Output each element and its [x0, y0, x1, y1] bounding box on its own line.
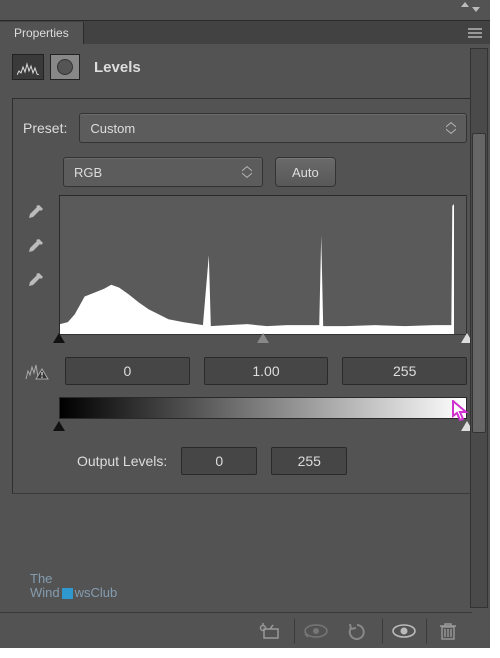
auto-button[interactable]: Auto: [275, 157, 336, 187]
reset-icon[interactable]: [338, 618, 376, 644]
panel-frame: Properties Levels Preset: Custom RGB Aut…: [0, 0, 490, 648]
collapse-arrows-icon[interactable]: [461, 2, 480, 12]
eyedropper-gray-icon[interactable]: [23, 235, 47, 259]
adjustment-title-row: Levels: [12, 54, 478, 80]
input-shadow-field[interactable]: 0: [65, 357, 190, 385]
levels-icon[interactable]: [12, 54, 44, 80]
preset-select[interactable]: Custom: [79, 113, 467, 143]
input-shadow-slider[interactable]: [53, 333, 65, 343]
output-shadow-slider[interactable]: [53, 421, 65, 431]
scrollbar[interactable]: [470, 48, 488, 608]
eyedropper-black-icon[interactable]: [23, 201, 47, 225]
clipping-warning-icon[interactable]: [24, 361, 50, 381]
layer-mask-icon[interactable]: [50, 54, 80, 80]
output-gradient[interactable]: [59, 397, 467, 419]
levels-controls: Preset: Custom RGB Auto: [12, 98, 478, 494]
watermark: The WindwsClub: [30, 572, 117, 600]
input-slider-track[interactable]: [59, 333, 467, 347]
output-highlight-field[interactable]: 255: [271, 447, 347, 475]
eyedropper-white-icon[interactable]: [23, 269, 47, 293]
channel-select[interactable]: RGB: [63, 157, 263, 187]
input-highlight-field[interactable]: 255: [342, 357, 467, 385]
panel-footer: [0, 612, 472, 648]
mouse-cursor-icon: [452, 400, 470, 422]
watermark-square-icon: [62, 588, 73, 599]
histogram-chart[interactable]: [59, 195, 467, 335]
eyedropper-column: [23, 195, 51, 335]
top-bar: [0, 0, 490, 20]
scrollbar-thumb[interactable]: [472, 133, 486, 433]
visibility-icon[interactable]: [382, 618, 420, 644]
view-previous-icon[interactable]: [294, 618, 332, 644]
output-shadow-field[interactable]: 0: [181, 447, 257, 475]
panel-menu-icon[interactable]: [468, 28, 482, 38]
preset-label: Preset:: [23, 120, 67, 136]
panel-tab-bar: Properties: [0, 20, 490, 44]
trash-icon[interactable]: [426, 618, 464, 644]
panel-body: Levels Preset: Custom RGB Auto: [0, 44, 490, 494]
clip-to-layer-icon[interactable]: [250, 618, 288, 644]
output-levels-label: Output Levels:: [77, 453, 167, 469]
input-midtone-field[interactable]: 1.00: [204, 357, 329, 385]
input-midtone-slider[interactable]: [257, 333, 269, 343]
properties-tab[interactable]: Properties: [0, 22, 84, 44]
output-slider-track[interactable]: [59, 421, 467, 435]
adjustment-title: Levels: [94, 59, 141, 76]
